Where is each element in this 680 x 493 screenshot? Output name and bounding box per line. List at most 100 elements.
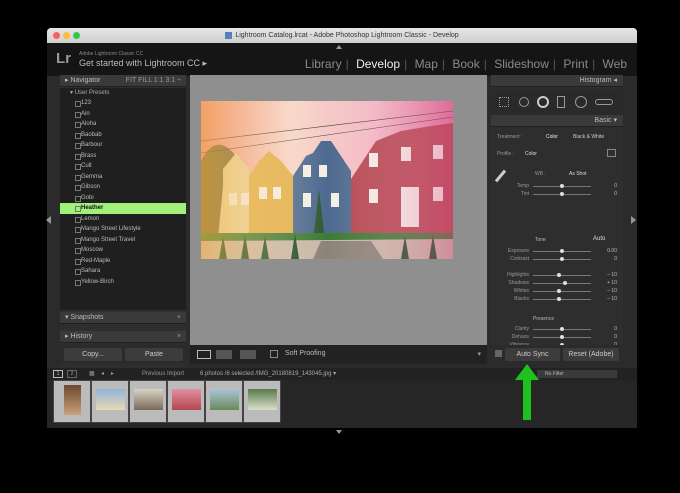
reset-button[interactable]: Reset (Adobe) (563, 348, 619, 361)
module-slideshow[interactable]: Slideshow (490, 57, 553, 71)
radial-filter-icon[interactable] (575, 96, 587, 108)
compare-icon[interactable] (240, 350, 256, 359)
slider-track[interactable] (533, 257, 591, 261)
filmstrip-thumbnail[interactable] (53, 380, 91, 423)
zoom-window-button[interactable] (73, 32, 80, 39)
copy-button[interactable]: Copy... (64, 348, 122, 361)
slider-track[interactable] (533, 184, 591, 188)
paste-button[interactable]: Paste (125, 348, 183, 361)
preset-group-user[interactable]: ▾ User Presets (60, 88, 186, 98)
module-book[interactable]: Book (448, 57, 483, 71)
navigator-header[interactable]: ▸ Navigator FIT FILL 1:1 3:1 ÷ (60, 75, 186, 87)
before-after-icon[interactable] (216, 350, 232, 359)
profile-browser-icon[interactable] (607, 149, 616, 157)
preset-item[interactable]: Moscow (60, 245, 186, 256)
treatment-color[interactable]: Color (546, 134, 558, 140)
slider-value[interactable]: 0.00 (607, 248, 617, 254)
second-window-button[interactable]: 2 (67, 370, 77, 378)
history-header[interactable]: ▸ History × (60, 331, 186, 343)
preset-item[interactable]: Heather (60, 203, 186, 214)
filmstrip-info[interactable]: 6 photos /6 selected /IMG_20180819_14304… (200, 368, 336, 380)
module-map[interactable]: Map (411, 57, 442, 71)
slider-thumb[interactable] (557, 273, 562, 277)
adjustment-brush-icon[interactable] (595, 99, 613, 105)
main-window-button[interactable]: 1 (53, 370, 63, 378)
slider-thumb[interactable] (557, 297, 562, 301)
right-panel-toggle-icon[interactable] (631, 216, 636, 224)
crop-tool-icon[interactable] (499, 97, 509, 107)
slider-thumb[interactable] (560, 192, 564, 196)
preset-item[interactable]: Cult (60, 161, 186, 172)
slider-track[interactable] (533, 281, 591, 285)
toolbar-menu-icon[interactable]: ▾ (477, 350, 481, 358)
slider-track[interactable] (533, 289, 591, 293)
histogram-header[interactable]: Histogram ◂ (491, 75, 623, 87)
top-panel-toggle-icon[interactable] (336, 45, 342, 49)
add-snapshot-icon[interactable]: + (177, 312, 181, 324)
module-web[interactable]: Web (599, 57, 631, 71)
slider-value[interactable]: – 10 (607, 272, 617, 278)
photo-preview[interactable] (201, 101, 453, 259)
treatment-bw[interactable]: Black & White (573, 134, 604, 140)
slider-value[interactable]: + 10 (607, 280, 617, 286)
soft-proofing-checkbox[interactable] (270, 350, 278, 358)
profile-select[interactable]: Color (525, 151, 537, 157)
slider-track[interactable] (533, 335, 591, 339)
preset-item[interactable]: Brass (60, 151, 186, 162)
slider-value[interactable]: 0 (614, 334, 617, 340)
graduated-filter-icon[interactable] (557, 96, 565, 108)
sync-toggle-switch[interactable] (495, 350, 502, 357)
slider-value[interactable]: – 10 (607, 296, 617, 302)
module-print[interactable]: Print (559, 57, 592, 71)
preset-item[interactable]: Lemon (60, 214, 186, 225)
filmstrip-thumbnail[interactable] (205, 380, 243, 423)
filter-select[interactable]: No Filter (537, 370, 617, 378)
preset-item[interactable]: Sahara (60, 266, 186, 277)
basic-panel-header[interactable]: Basic ▾ (491, 115, 623, 127)
slider-value[interactable]: 0 (614, 191, 617, 197)
filmstrip-thumbnail[interactable] (243, 380, 281, 423)
preset-item[interactable]: Gibson (60, 182, 186, 193)
red-eye-icon[interactable] (537, 96, 549, 108)
slider-thumb[interactable] (560, 327, 564, 331)
filmstrip-thumbnail[interactable] (129, 380, 167, 423)
slider-value[interactable]: 0 (614, 256, 617, 262)
loupe-view-icon[interactable] (197, 350, 211, 359)
preset-item[interactable]: Mango Street Travel (60, 235, 186, 246)
snapshots-header[interactable]: ▾ Snapshots + (60, 312, 186, 324)
filmstrip-thumbnail[interactable] (167, 380, 205, 423)
filmstrip-source[interactable]: Previous Import (142, 368, 184, 380)
slider-value[interactable]: 0 (614, 326, 617, 332)
navigator-zoom-options[interactable]: FIT FILL 1:1 3:1 ÷ (126, 75, 181, 87)
preset-item[interactable]: Gobi (60, 193, 186, 204)
slider-track[interactable] (533, 192, 591, 196)
wb-select[interactable]: As Shot (569, 171, 587, 177)
slider-thumb[interactable] (560, 249, 564, 253)
get-started-link[interactable]: Get started with Lightroom CC ▸ (79, 58, 207, 69)
white-balance-eyedropper-icon[interactable] (494, 169, 507, 183)
back-arrow-icon[interactable]: ◂ (101, 368, 104, 380)
clear-history-icon[interactable]: × (177, 331, 181, 343)
preset-item[interactable]: Baobab (60, 130, 186, 141)
preset-item[interactable]: Red-Maple (60, 256, 186, 267)
slider-track[interactable] (533, 297, 591, 301)
grid-view-icon[interactable]: ▦ (89, 368, 95, 380)
slider-track[interactable] (533, 327, 591, 331)
filmstrip-thumbnail[interactable] (91, 380, 129, 423)
preset-item[interactable]: Barbour (60, 140, 186, 151)
slider-value[interactable]: 0 (614, 183, 617, 189)
module-library[interactable]: Library (301, 57, 346, 71)
slider-track[interactable] (533, 249, 591, 253)
close-window-button[interactable] (53, 32, 60, 39)
slider-value[interactable]: – 10 (607, 288, 617, 294)
bottom-panel-toggle-icon[interactable] (336, 430, 342, 434)
preset-item[interactable]: 123 (60, 98, 186, 109)
slider-thumb[interactable] (562, 281, 567, 285)
spot-removal-icon[interactable] (519, 97, 529, 107)
preset-item[interactable]: Yellow-Birch (60, 277, 186, 288)
slider-thumb[interactable] (560, 184, 564, 188)
preset-item[interactable]: Ain (60, 109, 186, 120)
module-develop[interactable]: Develop (352, 57, 404, 71)
slider-track[interactable] (533, 273, 591, 277)
slider-thumb[interactable] (557, 289, 562, 293)
